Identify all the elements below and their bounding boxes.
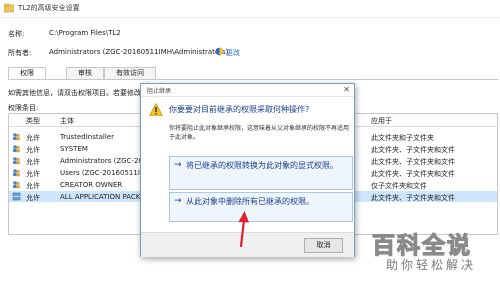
name-label: 名称: — [8, 30, 25, 38]
row-applies-to: 此文件夹、子文件夹和文件 — [371, 170, 455, 178]
dialog-description: 你将要阻止此对象继承权限，这意味着从父对象继承的权限不再适用于此对象。 — [169, 125, 350, 141]
column-header-principal[interactable]: 主体 — [60, 116, 74, 126]
user-group-icon — [13, 181, 20, 189]
dialog-heading: 你要要对目前继承的权限采取何种操作? — [169, 105, 310, 114]
user-group-icon — [13, 157, 20, 165]
owner-value: Administrators (ZGC-20160511IMH\Administ… — [49, 48, 229, 56]
row-type: 允许 — [26, 194, 40, 202]
package-icon — [12, 192, 21, 201]
change-owner-link[interactable]: 更改 — [226, 48, 240, 58]
watermark-subtitle: 助你轻松解决 — [386, 258, 477, 272]
title-bar: TL2的高级安全设置 — [0, 0, 500, 18]
row-applies-to: 仅子文件夹和文件 — [371, 182, 427, 190]
remove-option-label: 从此对象中删除所有已继承的权限。 — [186, 197, 314, 206]
row-type: 允许 — [26, 134, 40, 142]
convert-option-label: 将已继承的权限转换为此对象的显式权限。 — [186, 161, 338, 170]
annotation-arrow-icon — [238, 211, 249, 248]
arrow-right-icon: → — [174, 160, 182, 170]
permission-entries-label: 权限条目: — [8, 104, 39, 112]
arrow-right-icon: → — [174, 196, 182, 206]
name-value: C:\Program Files\TL2 — [49, 29, 121, 37]
row-principal: Administrators (ZGC-2016 — [60, 157, 152, 165]
warning-icon — [149, 103, 163, 116]
tab-effective-access[interactable]: 有效访问 — [104, 67, 156, 79]
user-group-icon — [13, 145, 20, 153]
watermark-title: 百科全说 — [371, 232, 472, 259]
row-principal: TrustedInstaller — [60, 133, 114, 141]
tab-auditing[interactable]: 审核 — [66, 67, 104, 79]
advanced-security-settings-window: TL2的高级安全设置 名称: C:\Program Files\TL2 所有者:… — [0, 0, 500, 299]
row-applies-to: 此文件夹和子文件夹 — [371, 134, 434, 142]
row-type: 允许 — [26, 158, 40, 166]
info-text: 如需其他信息，请双击权限项目。若要修改 — [8, 89, 141, 97]
close-icon[interactable]: ✕ — [343, 85, 350, 94]
row-applies-to: 此文件夹、子文件夹和文件 — [371, 194, 455, 202]
user-group-icon — [13, 133, 20, 141]
row-type: 允许 — [26, 146, 40, 154]
window-title: TL2的高级安全设置 — [18, 4, 80, 12]
folder-icon — [4, 3, 14, 13]
row-type: 允许 — [26, 182, 40, 190]
row-applies-to: 此文件夹、子文件夹和文件 — [371, 146, 455, 154]
row-principal: SYSTEM — [60, 145, 88, 153]
row-type: 允许 — [26, 170, 40, 178]
column-header-type[interactable]: 类型 — [26, 116, 40, 126]
convert-inherited-permissions-button[interactable]: → 将已继承的权限转换为此对象的显式权限。 — [169, 156, 353, 190]
dialog-title-bar: 阻止继承 ✕ — [141, 84, 354, 97]
shield-icon — [216, 47, 223, 56]
owner-label: 所有者: — [8, 49, 32, 57]
row-principal: CREATOR OWNER — [60, 181, 123, 189]
row-applies-to: 此文件夹、子文件夹和文件 — [371, 158, 455, 166]
remove-inherited-permissions-button[interactable]: → 从此对象中删除所有已继承的权限。 — [169, 192, 353, 222]
cancel-button[interactable]: 取消 — [304, 238, 343, 253]
tab-divider — [8, 79, 498, 80]
dialog-title: 阻止继承 — [147, 88, 172, 95]
column-header-applies-to[interactable]: 应用于 — [371, 116, 392, 126]
row-principal: ALL APPLICATION PACKAG — [60, 193, 151, 201]
user-group-icon — [13, 169, 20, 177]
